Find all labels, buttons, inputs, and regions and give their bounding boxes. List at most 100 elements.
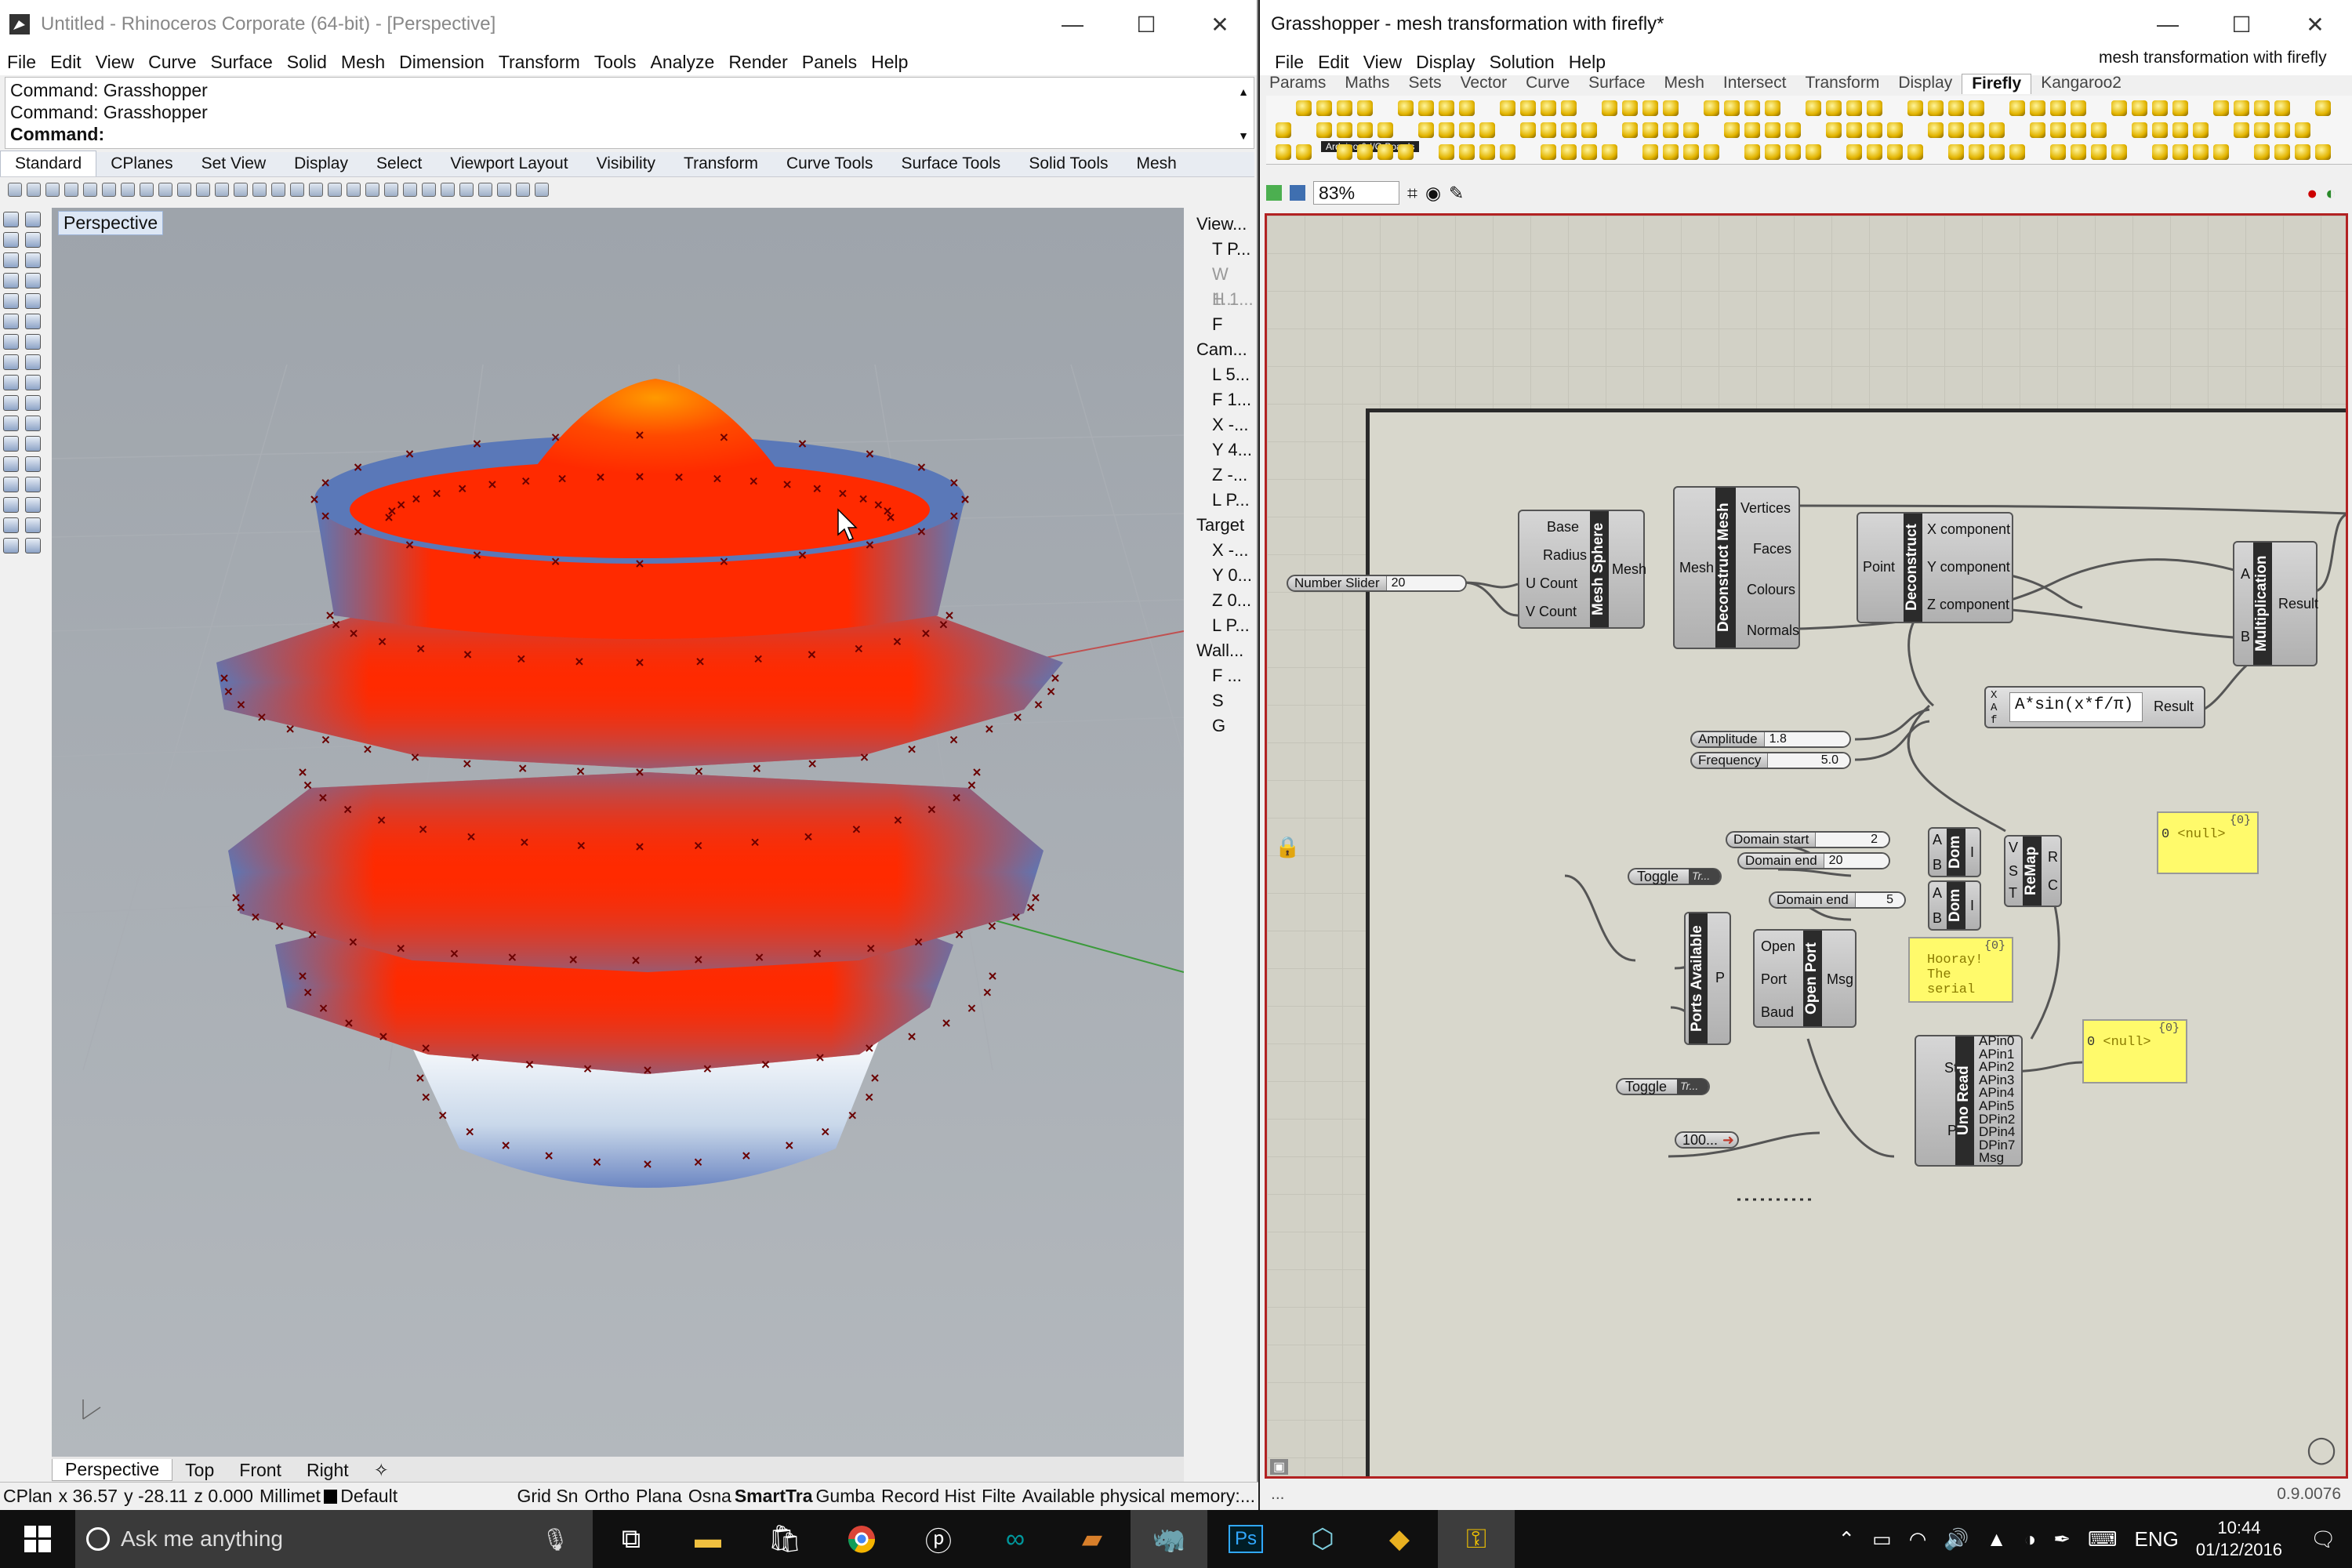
input-port[interactable]: V Count	[1526, 604, 1577, 620]
tab-transform[interactable]: Transform	[670, 151, 772, 176]
rhino-menu-dimension[interactable]: Dimension	[392, 52, 492, 73]
firefly-component-icon[interactable]	[1846, 122, 1862, 138]
hexagon-app-icon[interactable]: ⬡	[1284, 1510, 1361, 1568]
firefly-component-icon[interactable]	[1724, 122, 1740, 138]
firefly-component-icon[interactable]	[1744, 144, 1760, 160]
firefly-component-icon[interactable]	[1724, 100, 1740, 116]
status-cplane[interactable]: CPlan	[0, 1486, 56, 1507]
boolean-toggle[interactable]: Toggle Tr...	[1628, 868, 1722, 885]
firefly-component-icon[interactable]	[1642, 100, 1658, 116]
props-camera-row[interactable]: Z -...	[1192, 463, 1254, 488]
input-port[interactable]: Point	[1863, 559, 1895, 575]
firefly-component-icon[interactable]	[1887, 122, 1903, 138]
firefly-component-icon[interactable]	[1500, 144, 1515, 160]
trim-tool-icon[interactable]	[3, 477, 19, 492]
firefly-component-icon[interactable]	[2172, 122, 2188, 138]
output-port[interactable]: X component	[1927, 521, 2010, 538]
rhino-menu-render[interactable]: Render	[721, 52, 794, 73]
navigator-icon[interactable]: ◯	[2307, 1434, 2336, 1465]
bake-icon[interactable]: ◐	[2325, 183, 2336, 204]
firefly-component-icon[interactable]	[1642, 144, 1658, 160]
dimension-tool-icon[interactable]	[25, 517, 41, 533]
firefly-component-icon[interactable]	[1357, 122, 1373, 138]
props-camera-row[interactable]: X -...	[1192, 412, 1254, 437]
print-icon[interactable]	[64, 183, 78, 197]
mirror-tool-icon[interactable]	[25, 436, 41, 452]
firefly-component-icon[interactable]	[2050, 100, 2066, 116]
rectangle-tool-icon[interactable]	[25, 273, 41, 289]
viewport-tab-right[interactable]: Right	[294, 1460, 361, 1481]
output-port[interactable]: Result	[2154, 699, 2194, 715]
props-target-row[interactable]: Z 0...	[1192, 588, 1254, 613]
firefly-component-icon[interactable]	[1744, 100, 1760, 116]
cplane-icon[interactable]	[328, 183, 342, 197]
firefly-component-icon[interactable]	[1765, 122, 1780, 138]
firefly-component-icon[interactable]	[2172, 100, 2188, 116]
firefly-component-icon[interactable]	[1418, 122, 1434, 138]
gh-tab-mesh[interactable]: Mesh	[1655, 74, 1714, 94]
gh-canvas[interactable]: 🔒 Number Slider 20 Base Radius U Count V…	[1265, 213, 2348, 1479]
firefly-component-icon[interactable]	[1663, 144, 1679, 160]
firefly-component-icon[interactable]	[2111, 100, 2127, 116]
firefly-component-icon[interactable]	[1867, 122, 1882, 138]
rhino-menu-analyze[interactable]: Analyze	[643, 52, 721, 73]
gh-tab-vector[interactable]: Vector	[1451, 74, 1517, 94]
firefly-component-icon[interactable]	[1948, 144, 1964, 160]
gh-menu-display[interactable]: Display	[1409, 52, 1482, 73]
output-port[interactable]: Z component	[1927, 597, 2009, 613]
firefly-component-icon[interactable]	[1541, 144, 1556, 160]
rhino-menu-file[interactable]: File	[0, 52, 43, 73]
firefly-component-icon[interactable]	[1969, 122, 1984, 138]
firefly-component-icon[interactable]	[1541, 100, 1556, 116]
cortana-search-box[interactable]: Ask me anything 🎙	[75, 1510, 593, 1568]
firefly-component-icon[interactable]	[2152, 122, 2168, 138]
toggle-value[interactable]: Tr...	[1689, 869, 1720, 884]
gh-menu-solution[interactable]: Solution	[1483, 52, 1562, 73]
rotate-tool-icon[interactable]	[25, 416, 41, 431]
ports-available-component[interactable]: Ports Available P	[1684, 912, 1731, 1045]
firefly-component-icon[interactable]	[2254, 100, 2270, 116]
output-port[interactable]: Msg	[1979, 1152, 2015, 1165]
lock-icon[interactable]	[403, 183, 417, 197]
expression-text[interactable]: A*sin(x*f/π)	[2009, 692, 2143, 722]
firefly-component-icon[interactable]	[1785, 144, 1801, 160]
undo-view-icon[interactable]	[290, 183, 304, 197]
zoom-level-dropdown[interactable]: 83%	[1313, 181, 1399, 205]
firefly-component-icon[interactable]	[1561, 100, 1577, 116]
material-icon[interactable]	[422, 183, 436, 197]
input-port[interactable]: B	[1933, 910, 1942, 927]
rhino-menu-solid[interactable]: Solid	[280, 52, 334, 73]
output-port[interactable]: Colours	[1747, 582, 1795, 598]
input-port[interactable]: Mesh	[1679, 560, 1714, 576]
undo-icon[interactable]	[158, 183, 172, 197]
gear-icon[interactable]	[516, 183, 530, 197]
rhino-menu-help[interactable]: Help	[864, 52, 915, 73]
domain-end-value[interactable]: 5	[1854, 893, 1904, 907]
firefly-component-icon[interactable]	[1806, 100, 1821, 116]
firefly-component-icon[interactable]	[1439, 144, 1454, 160]
text-tool-icon[interactable]	[3, 517, 19, 533]
rhino-minimize-button[interactable]: —	[1036, 12, 1109, 37]
firefly-component-icon[interactable]	[1357, 100, 1373, 116]
rhino-menu-panels[interactable]: Panels	[795, 52, 864, 73]
firefly-component-icon[interactable]	[1948, 122, 1964, 138]
amplitude-slider[interactable]: Amplitude 1.8	[1690, 731, 1851, 748]
remap-component[interactable]: V S T ReMap R C	[2004, 835, 2062, 907]
tab-surface-tools[interactable]: Surface Tools	[887, 151, 1014, 176]
firefly-component-icon[interactable]	[2274, 100, 2290, 116]
input-port[interactable]: S	[2009, 863, 2018, 880]
status-toggle-record-history[interactable]: Record Hist	[878, 1486, 978, 1507]
mesh-tool-icon[interactable]	[3, 395, 19, 411]
deconstruct-point-component[interactable]: Point Deconstruct X component Y componen…	[1857, 512, 2013, 623]
tab-curve-tools[interactable]: Curve Tools	[772, 151, 887, 176]
explode-tool-icon[interactable]	[25, 456, 41, 472]
rhino-taskbar-icon[interactable]: 🦏	[1131, 1510, 1207, 1568]
firefly-component-icon[interactable]	[1520, 100, 1536, 116]
photoshop-icon[interactable]: Ps	[1207, 1510, 1284, 1568]
new-file-icon[interactable]	[8, 183, 22, 197]
output-port[interactable]: P	[1715, 970, 1725, 986]
help-icon[interactable]	[535, 183, 549, 197]
firefly-component-icon[interactable]	[1989, 144, 2005, 160]
firefly-component-icon[interactable]	[1622, 122, 1638, 138]
rotate-view-icon[interactable]	[196, 183, 210, 197]
